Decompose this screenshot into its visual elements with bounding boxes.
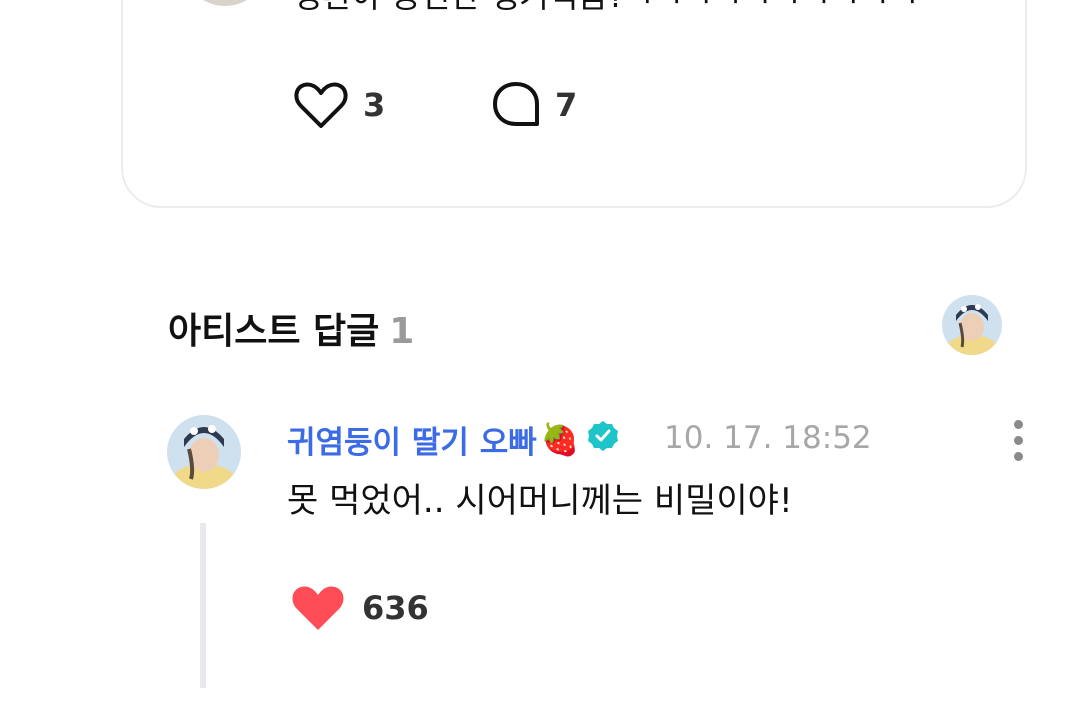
artist-replies-heading: 아티스트 답글 1 [168,302,414,354]
post-like-button[interactable]: 3 [293,78,385,132]
reply-author-name: 귀염둥이 딸기 오빠 [287,425,537,461]
heart-outline-icon [294,82,348,128]
post-text: 정환아 공진단 챙겨먹음?ㅋㅋㅋㅋㅋㅋㅋㅋㅋㅋ [293,0,919,18]
comment-page: 정환아 공진단 챙겨먹음?ㅋㅋㅋㅋㅋㅋㅋㅋㅋㅋ 3 7 아티스트 답글1 [0,0,1080,701]
comment-bubble-icon [493,82,539,126]
post-author-avatar[interactable] [185,0,265,6]
strawberry-emoji: 🍓 [540,422,580,458]
thread-line [200,523,206,688]
artist-replies-count: 1 [389,311,415,352]
reply-text: 못 먹었어.. 시어머니께는 비밀이야! [287,481,793,521]
post-comment-count: 7 [555,86,578,124]
post-like-count: 3 [363,86,386,124]
more-vertical-icon[interactable] [1005,418,1033,464]
reply-author[interactable]: 귀염둥이 딸기 오빠 🍓 [287,417,619,462]
artist-avatar-small[interactable] [942,295,1002,355]
reply-author-avatar[interactable] [167,415,241,489]
post-comment-button[interactable]: 7 [491,78,577,132]
reply-like-count: 636 [362,589,429,627]
reply-like-button[interactable]: 636 [290,583,429,633]
verified-badge-icon [587,420,619,460]
heart-filled-icon [292,586,344,630]
reply-timestamp: 10. 17. 18:52 [664,420,872,456]
post-card: 정환아 공진단 챙겨먹음?ㅋㅋㅋㅋㅋㅋㅋㅋㅋㅋ 3 7 [121,0,1027,208]
artist-replies-title: 아티스트 답글 [168,311,380,352]
